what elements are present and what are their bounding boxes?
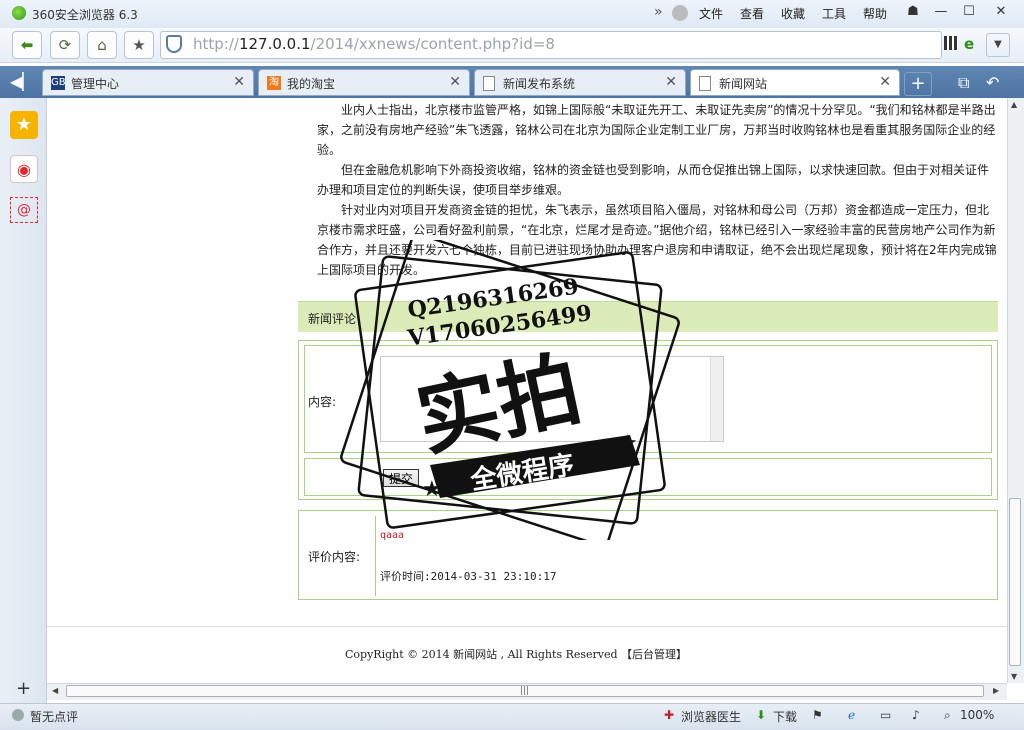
review-label: 评价内容: [308,550,361,564]
new-tab-button[interactable]: + [904,72,932,96]
speed-icon[interactable]: ⚑ [812,708,823,722]
page-content: 业内人士指出，北京楼市监管严格，如锦上国际般“未取证先开工、未取证先卖房”的情况… [47,98,1007,683]
browser-logo-icon [12,6,26,20]
download-arrow-icon: ⬇ [756,708,767,722]
sidebar-toggle-icon[interactable]: ◀▏ [10,72,35,91]
menu-file[interactable]: 文件 [699,5,723,22]
scroll-down-arrow-icon[interactable]: ▼ [1011,672,1017,681]
download-link[interactable]: 下载 [773,708,797,725]
back-button[interactable]: ⬅ [12,31,42,59]
comment-section-title: 新闻评论 [308,312,357,326]
scroll-up-arrow-icon[interactable]: ▲ [1011,100,1017,109]
page-icon [483,76,495,91]
address-url[interactable]: http://127.0.0.1/2014/xxnews/content.php… [193,35,555,53]
qr-code-icon[interactable] [944,36,958,50]
status-comment[interactable]: 暂无点评 [30,708,78,725]
article-paragraph: 但在金融危机影响下外商投资收缩，铭林的资金链也受到影响，从而仓促推出锦上国际，以… [317,163,990,197]
menu-help[interactable]: 帮助 [863,5,887,22]
tab-label: 我的淘宝 [287,77,336,91]
tab-label: 管理中心 [71,77,120,91]
left-sidebar [0,98,47,704]
zoom-magnifier-icon[interactable]: ⌕ [944,708,951,723]
content-label: 内容: [308,395,337,409]
browser-mode-icon[interactable]: e [964,35,974,53]
user-avatar-icon[interactable] [672,5,688,21]
scroll-right-arrow-icon[interactable]: ▶ [993,686,999,695]
tab-label: 新闻发布系统 [503,77,576,91]
mail-at-icon[interactable]: @ [10,197,38,223]
tab-my-taobao[interactable]: 淘 我的淘宝 ✕ [258,69,470,96]
security-shield-icon[interactable] [166,35,182,53]
comment-status-icon [12,709,24,721]
status-bar [0,703,1024,730]
undo-close-icon[interactable]: ↶ [986,73,999,92]
favorites-star-icon[interactable]: ★ [10,111,38,139]
menu-favorites[interactable]: 收藏 [781,5,805,22]
taobao-favicon-icon: 淘 [267,76,281,90]
article-paragraph: 业内人士指出，北京楼市监管严格，如锦上国际般“未取证先开工、未取证先卖房”的情况… [317,103,996,157]
more-chevron-icon[interactable]: » [654,4,663,20]
weibo-icon[interactable]: ◉ [10,155,38,183]
window-icon[interactable]: ▭ [880,708,891,722]
restore-tabs-icon[interactable]: ⧉ [958,73,969,93]
textarea-scrollbar[interactable] [710,357,723,441]
submit-button[interactable]: 提交 [383,469,419,487]
favorite-star-button[interactable]: ★ [124,31,154,59]
window-title: 360安全浏览器 6.3 [32,8,138,22]
ie-icon[interactable]: ℯ [848,708,855,722]
tab-close-icon[interactable]: ✕ [879,74,891,90]
zoom-level[interactable]: 100% [960,708,994,722]
scroll-grip-icon: ||| [520,686,530,696]
home-button[interactable]: ⌂ [87,31,117,59]
tab-news-site[interactable]: 新闻网站 ✕ [690,69,900,96]
article-paragraph: 针对业内对项目开发商资金链的担忧，朱飞表示，虽然项目陷入僵局，对铭林和母公司（万… [317,203,997,277]
footer-divider [47,626,1007,627]
comment-textarea[interactable] [380,356,724,442]
comment-section-header: 新闻评论 [298,301,998,332]
tab-label: 新闻网站 [719,77,768,91]
review-content-cell [375,516,994,596]
site-favicon-icon: GB [51,76,66,90]
page-footer: CopyRight © 2014 新闻网站 , All Rights Reser… [345,648,688,661]
page-icon [699,76,711,91]
volume-icon[interactable]: ♪ [912,708,920,722]
address-dropdown-button[interactable]: ▼ [986,33,1010,57]
tab-close-icon[interactable]: ✕ [449,74,461,90]
maximize-button[interactable]: ☐ [956,2,982,22]
close-window-button[interactable]: ✕ [988,2,1014,22]
review-time: 评价时间:2014-03-31 23:10:17 [380,570,557,583]
vertical-scroll-thumb[interactable] [1009,498,1021,666]
minimize-button[interactable]: — [928,2,954,22]
scroll-left-arrow-icon[interactable]: ◀ [52,686,58,695]
tab-news-system[interactable]: 新闻发布系统 ✕ [474,69,686,96]
doctor-icon: ✚ [664,708,675,722]
refresh-button[interactable]: ⟳ [50,31,80,59]
skin-icon[interactable]: ☗ [900,2,926,22]
review-text: qaaa [380,530,405,541]
sidebar-add-icon[interactable]: + [16,678,31,699]
menu-view[interactable]: 查看 [740,5,764,22]
tab-close-icon[interactable]: ✕ [665,74,677,90]
browser-doctor-link[interactable]: 浏览器医生 [681,708,741,725]
menu-tools[interactable]: 工具 [822,5,846,22]
tab-admin-center[interactable]: GB 管理中心 ✕ [42,69,254,96]
tab-close-icon[interactable]: ✕ [233,74,245,90]
